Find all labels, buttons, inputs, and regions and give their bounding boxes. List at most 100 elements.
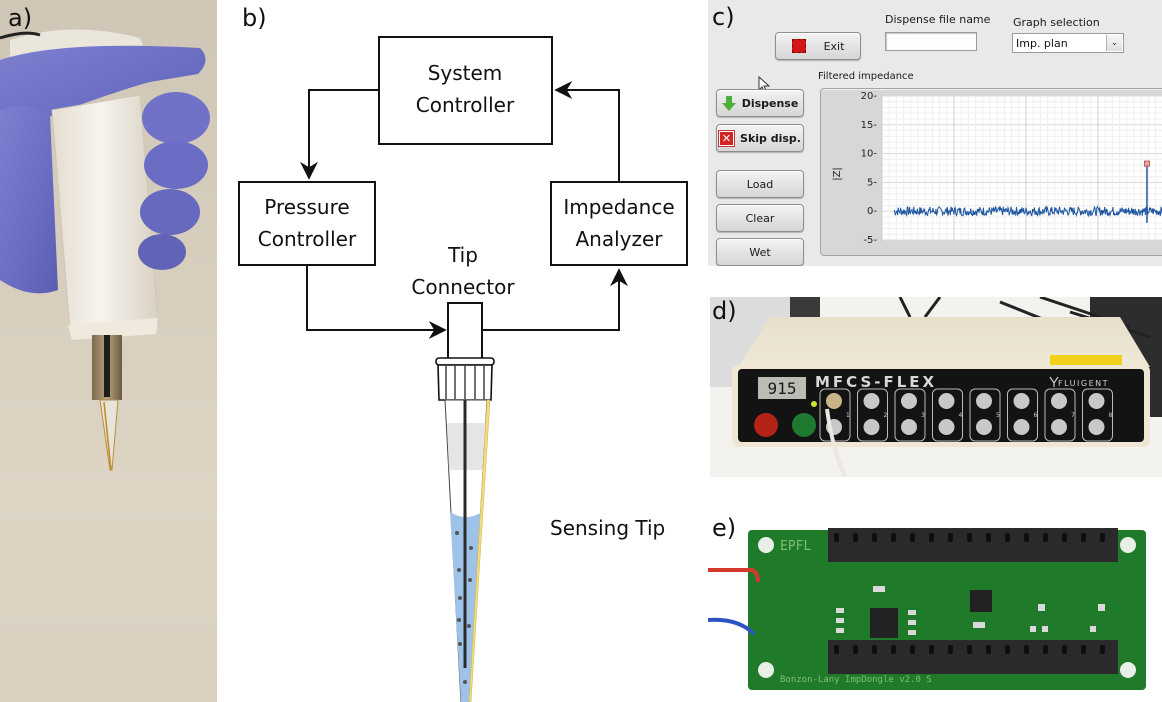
channel-number: 1 (846, 412, 850, 419)
header-pin-socket (1043, 645, 1048, 654)
system-block-diagram: System Controller Pressure Controller Im… (238, 36, 688, 702)
header-pin-socket (891, 533, 896, 542)
glove-palm (0, 106, 58, 294)
channel-number: 8 (1109, 412, 1113, 419)
chart-y-ticks: 20- 15- 10- 5- 0- -5- (861, 91, 878, 246)
pressure-controller-line2: Controller (258, 227, 357, 251)
bottom-header (828, 640, 1118, 674)
exit-button[interactable]: Exit (775, 32, 861, 60)
header-pin-socket (1081, 533, 1086, 542)
y-tick-label: 5- (867, 177, 877, 188)
pressure-controller-line1: Pressure (264, 195, 349, 219)
y-tick-label: 15- (861, 120, 878, 131)
header-pin-socket (1062, 645, 1067, 654)
stop-icon (791, 39, 806, 53)
blue-wire (708, 617, 756, 636)
exit-button-label: Exit (823, 39, 845, 53)
header-pin-socket (1024, 645, 1029, 654)
tip-collar (435, 357, 495, 401)
load-button[interactable]: Load (716, 170, 804, 198)
clear-button-label: Clear (745, 211, 775, 225)
sensing-tip-label: Sensing Tip (550, 516, 665, 540)
header-pin-socket (986, 645, 991, 654)
device-name: MFCS-FLEX (815, 373, 937, 391)
panel-a-label: a) (8, 4, 33, 32)
dispense-file-input[interactable] (885, 32, 977, 51)
tip-connector-line1: Tip (447, 243, 478, 267)
wet-button[interactable]: Wet (716, 238, 804, 266)
pipette-tip (99, 399, 119, 471)
system-controller-line1: System (428, 61, 503, 85)
dispense-button[interactable]: Dispense (716, 89, 804, 117)
skip-dispense-button[interactable]: ✕ Skip disp. (716, 124, 804, 152)
channel-number: 4 (959, 412, 963, 419)
clear-button[interactable]: Clear (716, 204, 804, 232)
header-pin-socket (967, 533, 972, 542)
channel-number: 7 (1071, 412, 1075, 419)
panel-e-label: e) (712, 514, 737, 542)
ic-chip-2 (970, 590, 992, 612)
header-pin-socket (1005, 645, 1010, 654)
header-pin-socket (1024, 533, 1029, 542)
header-pin-socket (872, 645, 877, 654)
system-controller-line2: Controller (416, 93, 515, 117)
pressure-controller-photo: MFCS-FLEX FLUIGENT 915 1 2 3 4 5 6 7 8 (710, 297, 1162, 477)
shaft-wire (104, 335, 110, 397)
header-pin-socket (891, 645, 896, 654)
green-button[interactable] (792, 413, 816, 437)
lcd-value: 915 (768, 379, 797, 398)
panel-b-label: b) (242, 4, 267, 32)
glove-finger-3 (140, 189, 200, 235)
red-button[interactable] (754, 413, 778, 437)
panel-b-diagram: System Controller Pressure Controller Im… (220, 0, 706, 702)
panel-d-photo: MFCS-FLEX FLUIGENT 915 1 2 3 4 5 6 7 8 d) (710, 297, 1162, 477)
impedance-analyzer-line1: Impedance (563, 195, 674, 219)
status-led (811, 401, 817, 407)
panel-c-software-ui: c) Exit Dispense file name Graph selecti… (708, 0, 1162, 266)
top-header (828, 528, 1118, 562)
header-pin-socket (872, 533, 877, 542)
chart-y-label: |Z| (832, 167, 843, 181)
impedance-chart: 20- 15- 10- 5- 0- -5- |Z| (832, 91, 1162, 246)
header-pin-socket (1005, 533, 1010, 542)
dispense-file-label: Dispense file name (885, 13, 991, 26)
header-pin-socket (853, 533, 858, 542)
arrow-down-icon (721, 95, 736, 111)
panel-a-photo: a) (0, 0, 217, 702)
header-pin-socket (948, 645, 953, 654)
warning-sticker (1050, 355, 1122, 365)
header-pin-socket (929, 533, 934, 542)
header-pin-socket (986, 533, 991, 542)
glove-finger-2 (144, 141, 208, 189)
header-pin-socket (1062, 533, 1067, 542)
channel-number: 2 (884, 412, 888, 419)
y-tick-label: -5- (863, 235, 877, 246)
impedance-analyzer-line2: Analyzer (575, 227, 663, 251)
graph-selection-label: Graph selection (1013, 16, 1100, 29)
close-icon: ✕ (719, 130, 735, 146)
tip-connector-body (447, 302, 483, 360)
tip-connector-line2: Connector (411, 275, 515, 299)
spike-marker (1143, 160, 1150, 167)
brand-name: FLUIGENT (1058, 379, 1109, 388)
graph-selection-dropdown[interactable]: Imp. plan ⌄ (1012, 33, 1124, 53)
panel-d-label: d) (712, 297, 737, 325)
load-button-label: Load (746, 177, 774, 191)
arrow-impedance-to-system (554, 81, 620, 182)
channel-number: 3 (921, 412, 925, 419)
chevron-down-icon[interactable]: ⌄ (1106, 35, 1122, 51)
panel-c-label: c) (712, 3, 735, 31)
y-tick-label: 10- (861, 149, 878, 160)
impedance-dongle-pcb-photo: EPFL Bonzon-Lany ImpDongle v2.0 S (708, 528, 1146, 690)
header-pin-socket (910, 645, 915, 654)
header-pin-socket (967, 645, 972, 654)
graph-title: Filtered impedance (818, 71, 914, 82)
pipette-photo (0, 29, 210, 471)
silkscreen-epfl: EPFL (780, 539, 811, 554)
header-pin-socket (1100, 533, 1105, 542)
glove-finger-4 (138, 234, 186, 270)
channel-number: 5 (996, 412, 1000, 419)
wet-button-label: Wet (749, 245, 771, 259)
system-controller-block (378, 36, 553, 145)
header-pin-socket (948, 533, 953, 542)
